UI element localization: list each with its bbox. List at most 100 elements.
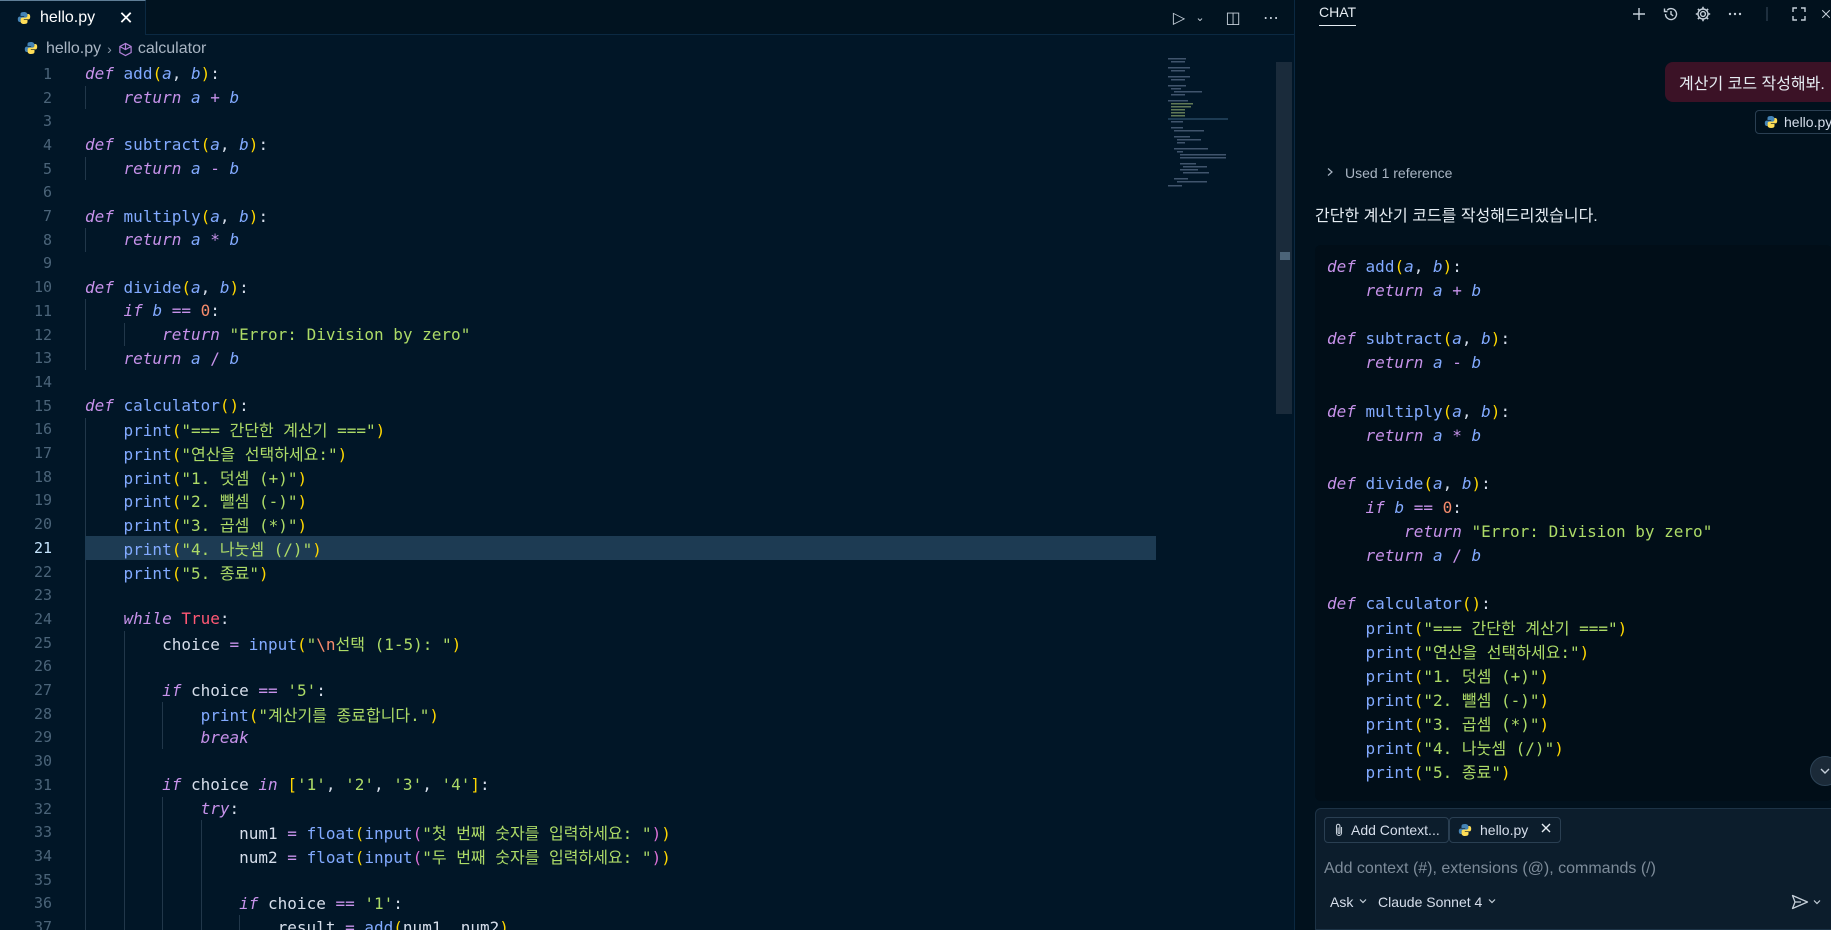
code-line[interactable]: 27 if choice == '5':: [0, 678, 1160, 702]
code-line[interactable]: 11 if b == 0:: [0, 299, 1160, 323]
chat-panel: CHAT 계산기 코드 작성해봐. hello.py Used 1 refere…: [1294, 0, 1831, 930]
code-text: print("=== 간단한 계산기 ==="): [123, 421, 386, 441]
code-text: try:: [200, 799, 240, 819]
code-line[interactable]: 19 print("2. 뺄셈 (-)"): [0, 489, 1160, 513]
line-number: 10: [33, 278, 52, 297]
code-text: choice = input("\n선택 (1-5): "): [162, 634, 462, 654]
code-line[interactable]: 1 def add(a, b):: [0, 62, 1160, 86]
mode-label: Ask: [1330, 894, 1354, 910]
code-line[interactable]: 31 if choice in ['1', '2', '3', '4']:: [0, 773, 1160, 797]
line-number: 9: [42, 254, 52, 273]
code-editor[interactable]: 1 def add(a, b): 2 return a + b 3 4 def subtr…: [0, 62, 1160, 930]
code-line[interactable]: 32 try:: [0, 797, 1160, 821]
code-text: result = add(num1, num2): [277, 917, 509, 930]
code-line[interactable]: 30: [0, 749, 1160, 773]
editor-pane: hello.py ✕ ▷ ⌄ ◫ ⋯ hello.py › calculator…: [0, 0, 1294, 930]
code-line[interactable]: 17 print("연산을 선택하세요:"): [0, 441, 1160, 465]
breadcrumb-symbol[interactable]: calculator: [138, 40, 206, 58]
remove-context-icon[interactable]: [1540, 821, 1552, 839]
plus-icon[interactable]: [1628, 3, 1650, 25]
line-number: 4: [42, 135, 52, 154]
line-number: 24: [33, 609, 52, 628]
code-line[interactable]: 26: [0, 655, 1160, 679]
code-block-line: return a * b: [1365, 425, 1482, 445]
code-line[interactable]: 5 return a - b: [0, 157, 1160, 181]
code-line[interactable]: 10 def divide(a, b):: [0, 275, 1160, 299]
chevron-down-icon[interactable]: ⌄: [1194, 7, 1206, 29]
line-number: 35: [33, 870, 52, 889]
code-line[interactable]: 37 result = add(num1, num2): [0, 915, 1160, 930]
run-icon[interactable]: ▷: [1168, 7, 1190, 29]
close-icon[interactable]: ✕: [117, 9, 135, 27]
code-line[interactable]: 13 return a / b: [0, 346, 1160, 370]
code-text: def add(a, b):: [85, 64, 220, 84]
code-line[interactable]: 36 if choice == '1':: [0, 892, 1160, 916]
gear-icon[interactable]: [1692, 3, 1714, 25]
code-line[interactable]: 14: [0, 370, 1160, 394]
editor-scrollbar[interactable]: [1276, 62, 1292, 414]
code-line[interactable]: 3: [0, 109, 1160, 133]
model-dropdown[interactable]: Claude Sonnet 4: [1378, 889, 1497, 915]
code-line[interactable]: 34 num2 = float(input("두 번째 숫자를 입력하세요: "…: [0, 844, 1160, 868]
code-line[interactable]: 35: [0, 868, 1160, 892]
code-line[interactable]: 28 print("계산기를 종료합니다."): [0, 702, 1160, 726]
code-block-line: print("4. 나눗셈 (/)"): [1365, 739, 1564, 758]
code-line[interactable]: 8 return a * b: [0, 228, 1160, 252]
tab-hello-py[interactable]: hello.py ✕: [0, 0, 146, 35]
code-line[interactable]: 12 return "Error: Division by zero": [0, 323, 1160, 347]
chat-title[interactable]: CHAT: [1319, 4, 1357, 26]
minimap[interactable]: [1160, 58, 1280, 188]
code-text: return a + b: [123, 88, 240, 108]
breadcrumb-separator: ›: [107, 41, 112, 57]
python-file-icon: [24, 41, 40, 57]
breadcrumb-file[interactable]: hello.py: [46, 40, 101, 58]
code-line[interactable]: 4 def subtract(a, b):: [0, 133, 1160, 157]
line-number: 7: [42, 207, 52, 226]
code-line[interactable]: 20 print("3. 곱셈 (*)"): [0, 512, 1160, 536]
line-number: 31: [33, 775, 52, 794]
code-line[interactable]: 16 print("=== 간단한 계산기 ==="): [0, 418, 1160, 442]
editor-actions: ▷ ⌄ ◫ ⋯: [1168, 0, 1282, 35]
code-line[interactable]: 29 break: [0, 726, 1160, 750]
user-message: 계산기 코드 작성해봐.: [1665, 62, 1831, 102]
code-line[interactable]: 6: [0, 181, 1160, 205]
code-text: if choice in ['1', '2', '3', '4']:: [162, 775, 490, 795]
code-line[interactable]: 25 choice = input("\n선택 (1-5): "): [0, 631, 1160, 655]
code-text: def calculator():: [85, 396, 249, 416]
used-references-toggle[interactable]: Used 1 reference: [1325, 165, 1452, 181]
code-line[interactable]: 9: [0, 252, 1160, 276]
mode-dropdown[interactable]: Ask: [1330, 889, 1368, 915]
assistant-code-block[interactable]: def add(a, b): return a + b def subtract(…: [1315, 245, 1831, 801]
code-block-line: return "Error: Division by zero": [1404, 522, 1713, 542]
context-file-chip[interactable]: hello.py: [1449, 817, 1562, 843]
code-line[interactable]: 21 print("4. 나눗셈 (/)"): [0, 536, 1160, 560]
line-number: 8: [42, 230, 52, 249]
line-number: 22: [33, 562, 52, 581]
more-icon[interactable]: [1724, 3, 1746, 25]
tab-label: hello.py: [40, 9, 96, 26]
code-line[interactable]: 7 def multiply(a, b):: [0, 204, 1160, 228]
scrollbar-cursor-marker: [1280, 252, 1290, 260]
code-block-line: print("1. 덧셈 (+)"): [1365, 666, 1550, 686]
code-line[interactable]: 18 print("1. 덧셈 (+)"): [0, 465, 1160, 489]
code-line[interactable]: 23: [0, 583, 1160, 607]
code-text: def subtract(a, b):: [85, 135, 269, 155]
split-editor-icon[interactable]: ◫: [1222, 7, 1244, 29]
send-button[interactable]: [1791, 889, 1831, 915]
code-line[interactable]: 22 print("5. 종료"): [0, 560, 1160, 584]
line-number: 29: [33, 728, 52, 747]
user-message-reference[interactable]: hello.py: [1755, 110, 1831, 134]
history-icon[interactable]: [1660, 3, 1682, 25]
code-line[interactable]: 2 return a + b: [0, 86, 1160, 110]
code-line[interactable]: 15 def calculator():: [0, 394, 1160, 418]
chat-input[interactable]: [1324, 855, 1824, 883]
maximize-icon[interactable]: [1788, 3, 1810, 25]
more-actions-icon[interactable]: ⋯: [1260, 7, 1282, 29]
line-number: 17: [33, 444, 52, 463]
code-line[interactable]: 33 num1 = float(input("첫 번째 숫자를 입력하세요: "…: [0, 820, 1160, 844]
close-icon[interactable]: [1820, 3, 1831, 25]
add-context-button[interactable]: Add Context...: [1324, 817, 1449, 843]
code-line[interactable]: 24 while True:: [0, 607, 1160, 631]
code-text: if choice == '1':: [239, 893, 403, 913]
code-text: return "Error: Division by zero": [162, 325, 471, 345]
